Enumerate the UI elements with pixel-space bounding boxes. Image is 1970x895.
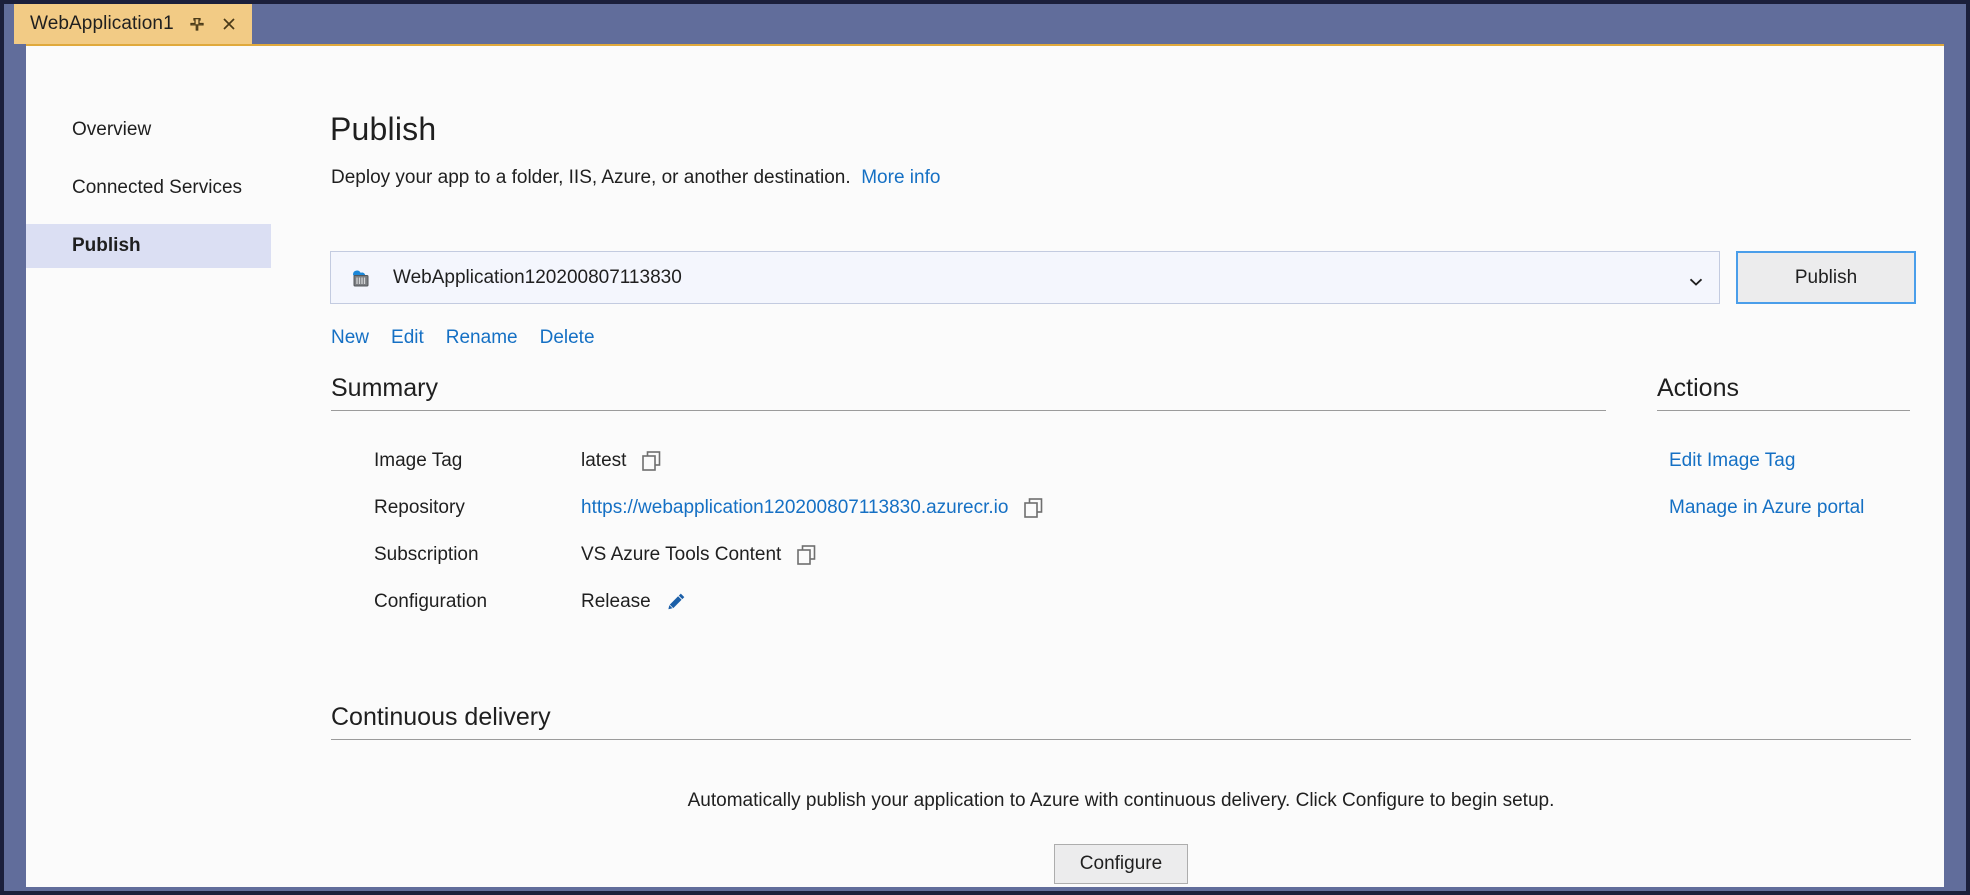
actions-heading: Actions	[1657, 374, 1739, 402]
summary-divider	[331, 410, 1606, 411]
sidebar-item-label: Publish	[72, 235, 141, 256]
summary-value: latest	[581, 449, 627, 471]
publish-profile-name: WebApplication120200807113830	[393, 266, 682, 288]
summary-label: Subscription	[374, 543, 479, 565]
summary-row-repository: Repository https://webapplication1202008…	[331, 484, 1606, 531]
configure-button[interactable]: Configure	[1054, 844, 1188, 884]
summary-row-configuration: Configuration Release	[331, 578, 1606, 625]
summary-row-image-tag: Image Tag latest	[331, 437, 1606, 484]
summary-value-container: https://webapplication120200807113830.az…	[581, 497, 1043, 519]
tab-label: WebApplication1	[30, 13, 174, 34]
tab-strip: WebApplication1	[4, 4, 1966, 44]
more-info-link[interactable]: More info	[861, 167, 940, 188]
main-content: Publish Deploy your app to a folder, IIS…	[271, 46, 1944, 887]
page-title: Publish	[330, 111, 437, 147]
new-profile-link[interactable]: New	[331, 327, 369, 349]
tab-webapplication1[interactable]: WebApplication1	[14, 4, 252, 44]
continuous-delivery-section: Continuous delivery Automatically publis…	[331, 703, 1911, 884]
summary-heading: Summary	[331, 374, 438, 402]
continuous-delivery-description: Automatically publish your application t…	[687, 790, 1555, 811]
chevron-down-icon[interactable]	[1689, 273, 1703, 286]
summary-value-container: latest	[581, 450, 661, 472]
sidebar: Overview Connected Services Publish	[26, 46, 271, 887]
publish-button[interactable]: Publish	[1736, 251, 1916, 304]
summary-value: VS Azure Tools Content	[581, 543, 782, 565]
pencil-icon[interactable]	[667, 592, 686, 611]
publish-profile-row: WebApplication120200807113830 Publish	[330, 251, 1944, 304]
close-icon[interactable]	[220, 15, 238, 33]
page-subtitle-text: Deploy your app to a folder, IIS, Azure,…	[331, 167, 851, 188]
actions-divider	[1657, 410, 1910, 411]
visual-studio-publish-window: WebApplication1 Overview Connected Servi…	[0, 0, 1970, 895]
summary-label: Configuration	[374, 590, 488, 612]
edit-profile-link[interactable]: Edit	[391, 327, 424, 349]
summary-rows: Image Tag latest Repository https://weba…	[331, 437, 1606, 625]
copy-icon[interactable]	[642, 450, 661, 471]
copy-icon[interactable]	[797, 544, 816, 565]
action-row: Manage in Azure portal	[1657, 484, 1910, 531]
sidebar-item-label: Overview	[72, 119, 152, 140]
summary-value-container: VS Azure Tools Content	[581, 544, 816, 566]
pin-icon[interactable]	[188, 15, 206, 33]
sidebar-item-label: Connected Services	[72, 177, 243, 198]
summary-row-subscription: Subscription VS Azure Tools Content	[331, 531, 1606, 578]
continuous-delivery-heading: Continuous delivery	[331, 703, 551, 731]
summary-value: Release	[581, 590, 651, 612]
summary-label: Repository	[374, 496, 465, 518]
delete-profile-link[interactable]: Delete	[540, 327, 595, 349]
page-subtitle: Deploy your app to a folder, IIS, Azure,…	[331, 167, 940, 189]
actions-section: Actions Edit Image Tag Manage in Azure p…	[1657, 374, 1910, 531]
publish-profile-select[interactable]: WebApplication120200807113830	[330, 251, 1720, 304]
rename-profile-link[interactable]: Rename	[446, 327, 518, 349]
container-registry-icon	[347, 265, 375, 291]
continuous-delivery-divider	[331, 739, 1911, 740]
action-row: Edit Image Tag	[1657, 437, 1910, 484]
sidebar-item-connected-services[interactable]: Connected Services	[26, 166, 271, 210]
sidebar-item-publish[interactable]: Publish	[26, 224, 271, 268]
sidebar-item-overview[interactable]: Overview	[26, 108, 271, 152]
copy-icon[interactable]	[1024, 497, 1043, 518]
repository-url-link[interactable]: https://webapplication120200807113830.az…	[581, 497, 1008, 519]
summary-label: Image Tag	[374, 449, 463, 471]
profile-action-links: New Edit Rename Delete	[331, 327, 595, 349]
actions-list: Edit Image Tag Manage in Azure portal	[1657, 437, 1910, 531]
summary-value-container: Release	[581, 591, 686, 613]
manage-in-azure-portal-link[interactable]: Manage in Azure portal	[1669, 497, 1864, 519]
edit-image-tag-link[interactable]: Edit Image Tag	[1669, 450, 1795, 472]
summary-section: Summary Image Tag latest Repository http…	[331, 374, 1606, 625]
publish-document-panel: Overview Connected Services Publish Publ…	[26, 44, 1944, 887]
